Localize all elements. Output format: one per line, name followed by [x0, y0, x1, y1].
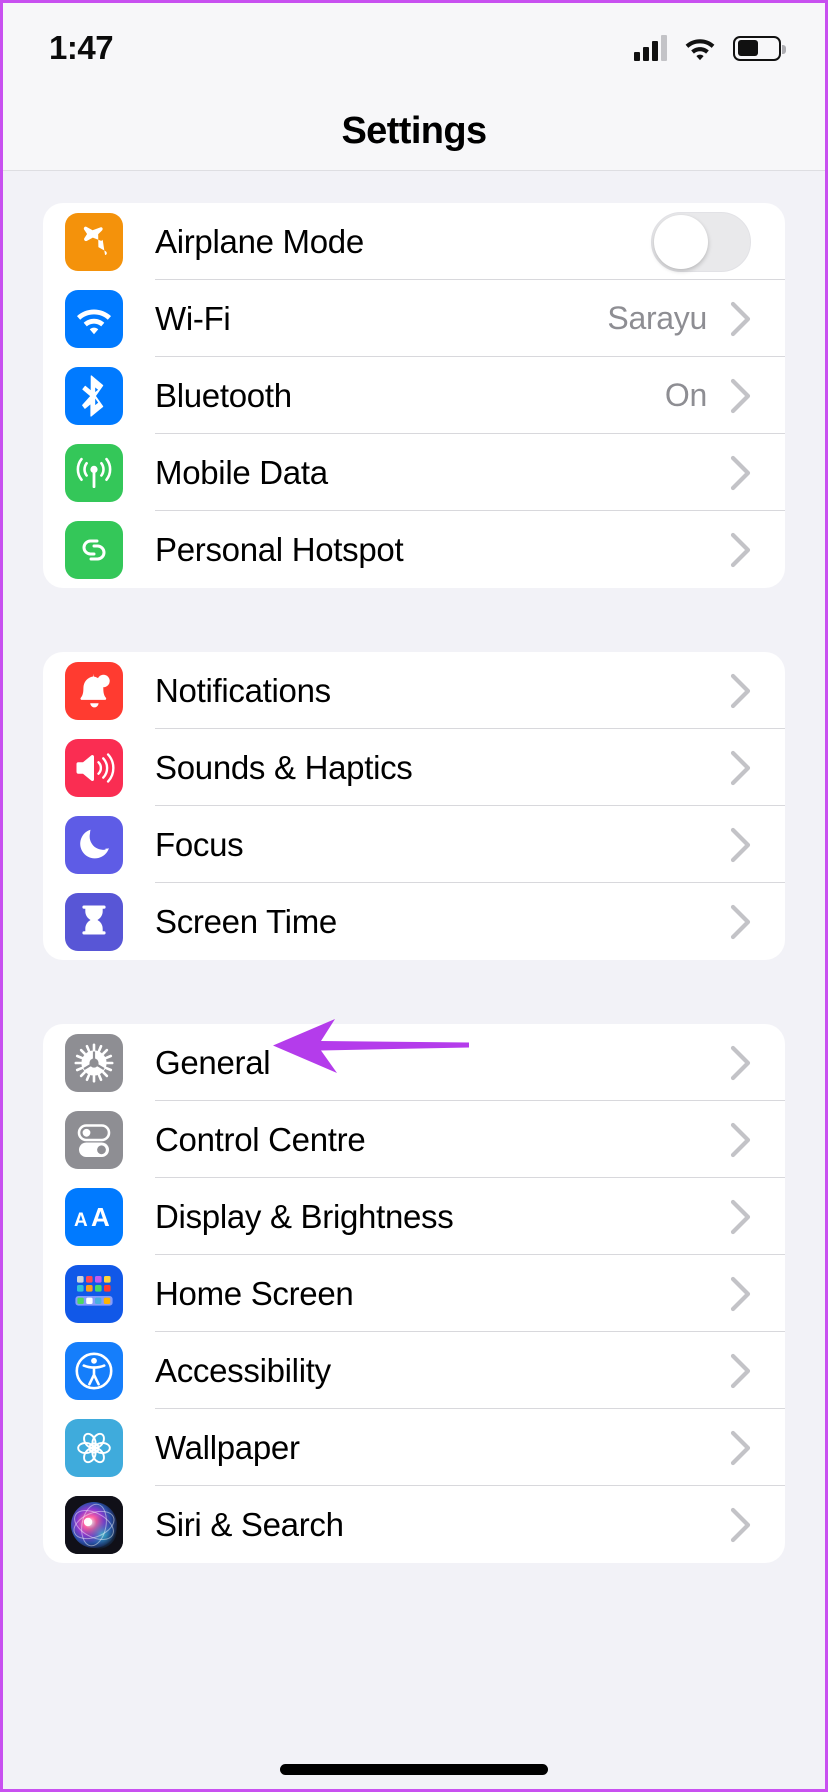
settings-row-notifications[interactable]: Notifications	[43, 652, 785, 729]
settings-row-sounds-haptics[interactable]: Sounds & Haptics	[43, 729, 785, 806]
siri-orb-icon	[65, 1495, 123, 1554]
cellular-antenna-icon	[65, 443, 123, 502]
moon-icon	[65, 815, 123, 874]
chevron-right-icon	[723, 1122, 759, 1158]
battery-icon	[733, 35, 786, 61]
settings-row-label: Airplane Mode	[155, 222, 364, 260]
page-title: Settings	[341, 110, 487, 152]
settings-row-display-brightness[interactable]: A A Display & Brightness	[43, 1178, 785, 1255]
chevron-right-icon	[723, 455, 759, 491]
home-indicator	[280, 1764, 548, 1775]
status-bar: 1:47	[3, 3, 825, 93]
chevron-right-icon	[723, 301, 759, 337]
settings-row-label: Home Screen	[155, 1274, 354, 1312]
settings-row-label: Personal Hotspot	[155, 530, 404, 568]
wifi-icon	[685, 39, 715, 61]
settings-row-accessibility[interactable]: Accessibility	[43, 1332, 785, 1409]
settings-group-alerts: Notifications Sounds & Haptics Focus Screen…	[43, 652, 785, 960]
settings-row-home-screen[interactable]: Home Screen	[43, 1255, 785, 1332]
settings-row-personal-hotspot[interactable]: Personal Hotspot	[43, 511, 785, 588]
settings-row-label: Sounds & Haptics	[155, 748, 413, 786]
settings-row-siri-search[interactable]: Siri & Search	[43, 1486, 785, 1563]
settings-row-value: Sarayu	[607, 300, 707, 336]
settings-list[interactable]: Airplane Mode Wi-Fi Sarayu Bluetooth On Mobil…	[3, 171, 825, 1789]
hourglass-icon	[65, 892, 123, 951]
settings-group-connectivity: Airplane Mode Wi-Fi Sarayu Bluetooth On Mobil…	[43, 203, 785, 588]
navigation-bar: Settings	[3, 93, 825, 171]
settings-row-control-centre[interactable]: Control Centre	[43, 1101, 785, 1178]
display-aa-icon: AA	[65, 1187, 123, 1246]
settings-row-label: Mobile Data	[155, 453, 328, 491]
settings-row-screen-time[interactable]: Screen Time	[43, 883, 785, 960]
status-bar-indicators	[634, 35, 786, 61]
chevron-right-icon	[723, 904, 759, 940]
settings-row-value: On	[664, 377, 707, 413]
settings-row-airplane-mode[interactable]: Airplane Mode	[43, 203, 785, 280]
chevron-right-icon	[723, 750, 759, 786]
settings-row-general[interactable]: General	[43, 1024, 785, 1101]
settings-row-label: Notifications	[155, 671, 331, 709]
settings-row-bluetooth[interactable]: Bluetooth On	[43, 357, 785, 434]
settings-row-label: General	[155, 1043, 271, 1081]
hotspot-link-icon	[65, 520, 123, 579]
chevron-right-icon	[723, 827, 759, 863]
status-bar-clock: 1:47	[49, 29, 114, 66]
chevron-right-icon	[723, 1507, 759, 1543]
bell-icon	[65, 661, 123, 720]
airplane-icon	[65, 212, 123, 271]
chevron-right-icon	[723, 1276, 759, 1312]
settings-row-label: Bluetooth	[155, 376, 292, 414]
home-screen-grid-icon	[65, 1264, 123, 1323]
settings-row-label: Wallpaper	[155, 1428, 300, 1466]
chevron-right-icon	[723, 378, 759, 414]
chevron-right-icon	[723, 1199, 759, 1235]
wallpaper-flower-icon	[65, 1418, 123, 1477]
settings-row-label: Focus	[155, 825, 244, 863]
settings-row-label: Siri & Search	[155, 1505, 344, 1543]
chevron-right-icon	[723, 532, 759, 568]
chevron-right-icon	[723, 1430, 759, 1466]
chevron-right-icon	[723, 673, 759, 709]
airplane-mode-toggle[interactable]	[651, 211, 751, 272]
wifi-icon	[65, 289, 123, 348]
settings-row-label: Control Centre	[155, 1120, 366, 1158]
control-centre-toggles-icon	[65, 1110, 123, 1169]
settings-row-mobile-data[interactable]: Mobile Data	[43, 434, 785, 511]
accessibility-icon	[65, 1341, 123, 1400]
speaker-icon	[65, 738, 123, 797]
settings-row-label: Wi-Fi	[155, 299, 231, 337]
settings-row-label: Accessibility	[155, 1351, 331, 1389]
settings-row-label: Display & Brightness	[155, 1197, 454, 1235]
settings-row-focus[interactable]: Focus	[43, 806, 785, 883]
settings-group-system: General Control Centre A A Display & Brightn…	[43, 1024, 785, 1563]
settings-row-label: Screen Time	[155, 902, 337, 940]
toggle-knob	[654, 214, 708, 269]
svg-text:A: A	[91, 1202, 110, 1232]
iphone-settings-screen: 1:47 Settings Airplane Mode Wi-Fi Sarayu Bl…	[0, 0, 828, 1792]
gear-icon	[65, 1033, 123, 1092]
chevron-right-icon	[723, 1353, 759, 1389]
chevron-right-icon	[723, 1045, 759, 1081]
settings-row-wallpaper[interactable]: Wallpaper	[43, 1409, 785, 1486]
cellular-signal-icon	[634, 35, 667, 61]
bluetooth-icon	[65, 366, 123, 425]
svg-text:A: A	[74, 1210, 88, 1231]
settings-row-wi-fi[interactable]: Wi-Fi Sarayu	[43, 280, 785, 357]
